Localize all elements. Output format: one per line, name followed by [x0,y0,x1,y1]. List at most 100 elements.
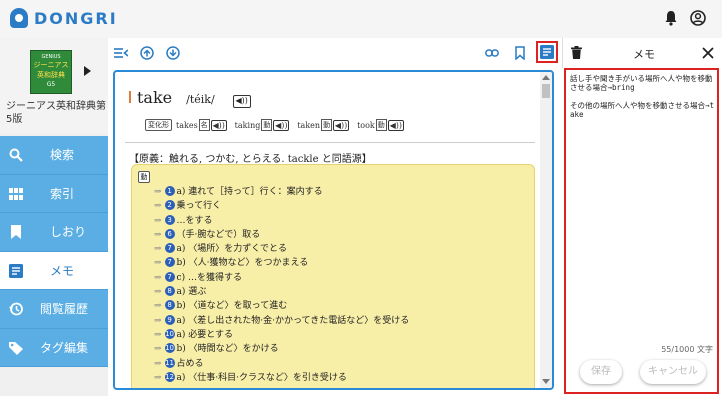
scroll-up-icon[interactable] [542,75,550,80]
pronunciation: /téik/ [186,93,215,106]
memo-icon [540,45,554,59]
sense-item[interactable]: ⇒ 7 c) …を獲得する [154,271,534,285]
sense-block: 動 ⇒ 1 a) 連れて［持って］行く：案内する ⇒ 2 乗って行く ⇒ 3 …をする ⇒ 6 （手·… [131,164,535,388]
trash-icon[interactable] [571,46,582,59]
sense-text: c) …を獲得する [176,272,242,283]
previous-entry-icon[interactable] [140,46,154,60]
sidebar-item-history[interactable]: 閲覧履歴 [0,290,108,329]
sense-item[interactable]: ⇒ 7 a) 〈場所〉を力ずくでとる [154,242,534,256]
logo-text: DONGRI [34,8,118,28]
part-of-speech-marker: 動 [138,171,150,183]
dictionary-arrow-icon[interactable] [84,66,91,76]
speaker-icon[interactable]: ◀)) [232,95,251,108]
sense-text: a) 〈差し出された物·金·かかってきた電話など〉を受ける [176,315,410,326]
app-logo: DONGRI [10,8,118,28]
sense-item[interactable]: ⇒ 6 （手·腕などで）取る [154,228,534,242]
sense-number: 2 [164,200,175,211]
sidebar-item-search[interactable]: 検索 [0,136,108,175]
sidebar-nav: 検索 索引 しおり メモ 閲覧履歴 タグ編集 [0,136,108,367]
sense-text: 占める [176,358,204,369]
headword-row: take /téik/ ◀)) [129,88,251,108]
sidebar-item-label: 索引 [50,186,75,201]
form-word: taking [234,120,261,130]
sense-text: b) 〈人·獲物など〉をつかまえる [176,258,309,269]
scroll-down-icon[interactable] [542,379,550,384]
sense-item[interactable]: ⇒ 2 乗って行く [154,199,534,213]
speaker-icon[interactable]: ◀)) [387,119,404,131]
char-count: 55/1000 文字 [661,345,713,354]
bookmark-icon [11,225,21,239]
link-icon[interactable] [485,46,499,60]
sense-item[interactable]: ⇒ 11 占める [154,357,534,371]
memo-textarea[interactable]: 話し手や聞き手がいる場所へ人や物を移動させる場合→bring その他の場所へ人や… [570,74,716,119]
dictionary-name: ジーニアス英和辞典第5版 [6,101,106,125]
scroll-thumb[interactable] [542,84,550,98]
memo-editor[interactable]: 話し手や聞き手がいる場所へ人や物を移動させる場合→bring その他の場所へ人や… [564,68,719,394]
memo-toggle-button[interactable] [536,41,558,63]
sense-text: a) 必要とする [176,329,234,340]
form-pos: 動 [261,119,273,131]
sense-item[interactable]: ⇒ 8 a) 選ぶ [154,285,534,299]
cancel-button[interactable]: キャンセル [640,360,706,384]
save-button[interactable]: 保存 [580,360,622,384]
sense-number: 11 [164,357,175,368]
cross-reference-arrow: ⇒ [154,229,162,240]
sidebar: GENIUS ジーニアス 英和辞典 G5 ジーニアス英和辞典第5版 検索 索引 [0,38,108,396]
memo-title: メモ [633,48,655,61]
speaker-icon[interactable]: ◀)) [273,119,290,131]
logo-mark-icon [10,8,28,28]
sense-item[interactable]: ⇒ 8 b) 〈道など〉を取って進む [154,299,534,313]
sidebar-item-index[interactable]: 索引 [0,174,108,213]
sidebar-item-tag-edit[interactable]: タグ編集 [0,328,108,367]
cross-reference-arrow: ⇒ [154,315,162,326]
sidebar-item-label: タグ編集 [40,340,89,355]
sense-number: 10 [164,343,175,354]
sense-text: a) 〈場所〉を力ずくでとる [176,244,288,255]
collapse-menu-icon[interactable] [114,46,128,60]
forms-tag: 変化形 [145,119,172,131]
notification-bell-icon[interactable] [664,10,678,26]
close-icon[interactable] [701,46,715,60]
etymology: 【原義：触れる, つかむ, とらえる. tackle と同語源】 [129,154,372,165]
bookmark-add-icon[interactable] [513,46,527,60]
sense-item[interactable]: ⇒ 9 a) 〈差し出された物·金·かかってきた電話など〉を受ける [154,314,534,328]
entry-divider [125,142,535,143]
sense-number: 8 [164,300,175,311]
cross-reference-arrow: ⇒ [154,272,162,283]
cross-reference-arrow: ⇒ [154,215,162,226]
sense-item[interactable]: ⇒ 12 a) 〈仕事·科目·クラスなど〉を引き受ける [154,371,534,385]
sense-list: ⇒ 1 a) 連れて［持って］行く：案内する ⇒ 2 乗って行く ⇒ 3 …をする ⇒ 6 （手·腕な… [154,185,534,385]
sidebar-item-memo[interactable]: メモ [0,251,108,290]
account-icon[interactable] [690,10,706,26]
headword: take [137,88,173,107]
cross-reference-arrow: ⇒ [154,301,162,312]
cross-reference-arrow: ⇒ [154,258,162,269]
form-pos: 名 [198,119,210,131]
sense-item[interactable]: ⇒ 10 b) 〈時間など〉をかける [154,342,534,356]
form-word: takes [176,120,198,130]
next-entry-icon[interactable] [166,46,180,60]
headword-marker [129,91,131,103]
tag-icon [9,341,23,355]
entry-content: take /téik/ ◀)) 変化形 takes 名 ◀)) taking 動… [115,72,540,388]
speaker-icon[interactable]: ◀)) [333,119,350,131]
sense-number: 9 [164,314,175,325]
cross-reference-arrow: ⇒ [154,244,162,255]
form-pos: 動 [321,119,333,131]
sense-item[interactable]: ⇒ 3 …をする [154,214,534,228]
sense-item[interactable]: ⇒ 10 a) 必要とする [154,328,534,342]
memo-header: メモ [562,38,722,68]
sidebar-item-bookmarks[interactable]: しおり [0,213,108,252]
speaker-icon[interactable]: ◀)) [210,119,227,131]
sense-item[interactable]: ⇒ 1 a) 連れて［持って］行く：案内する [154,185,534,199]
sense-item[interactable]: ⇒ 7 b) 〈人·獲物など〉をつかまえる [154,256,534,270]
sense-text: b) 〈道など〉を取って進む [176,301,288,312]
sense-text: b) 〈時間など〉をかける [176,344,279,355]
sense-text: （手·腕などで）取る [176,229,261,240]
sense-number: 7 [164,271,175,282]
entry-scrollbar[interactable] [540,72,552,388]
cross-reference-arrow: ⇒ [154,329,162,340]
sense-number: 8 [164,286,175,297]
dictionary-selector[interactable]: GENIUS ジーニアス 英和辞典 G5 ジーニアス英和辞典第5版 [0,38,108,134]
dictionary-cover: GENIUS ジーニアス 英和辞典 G5 [30,50,72,94]
